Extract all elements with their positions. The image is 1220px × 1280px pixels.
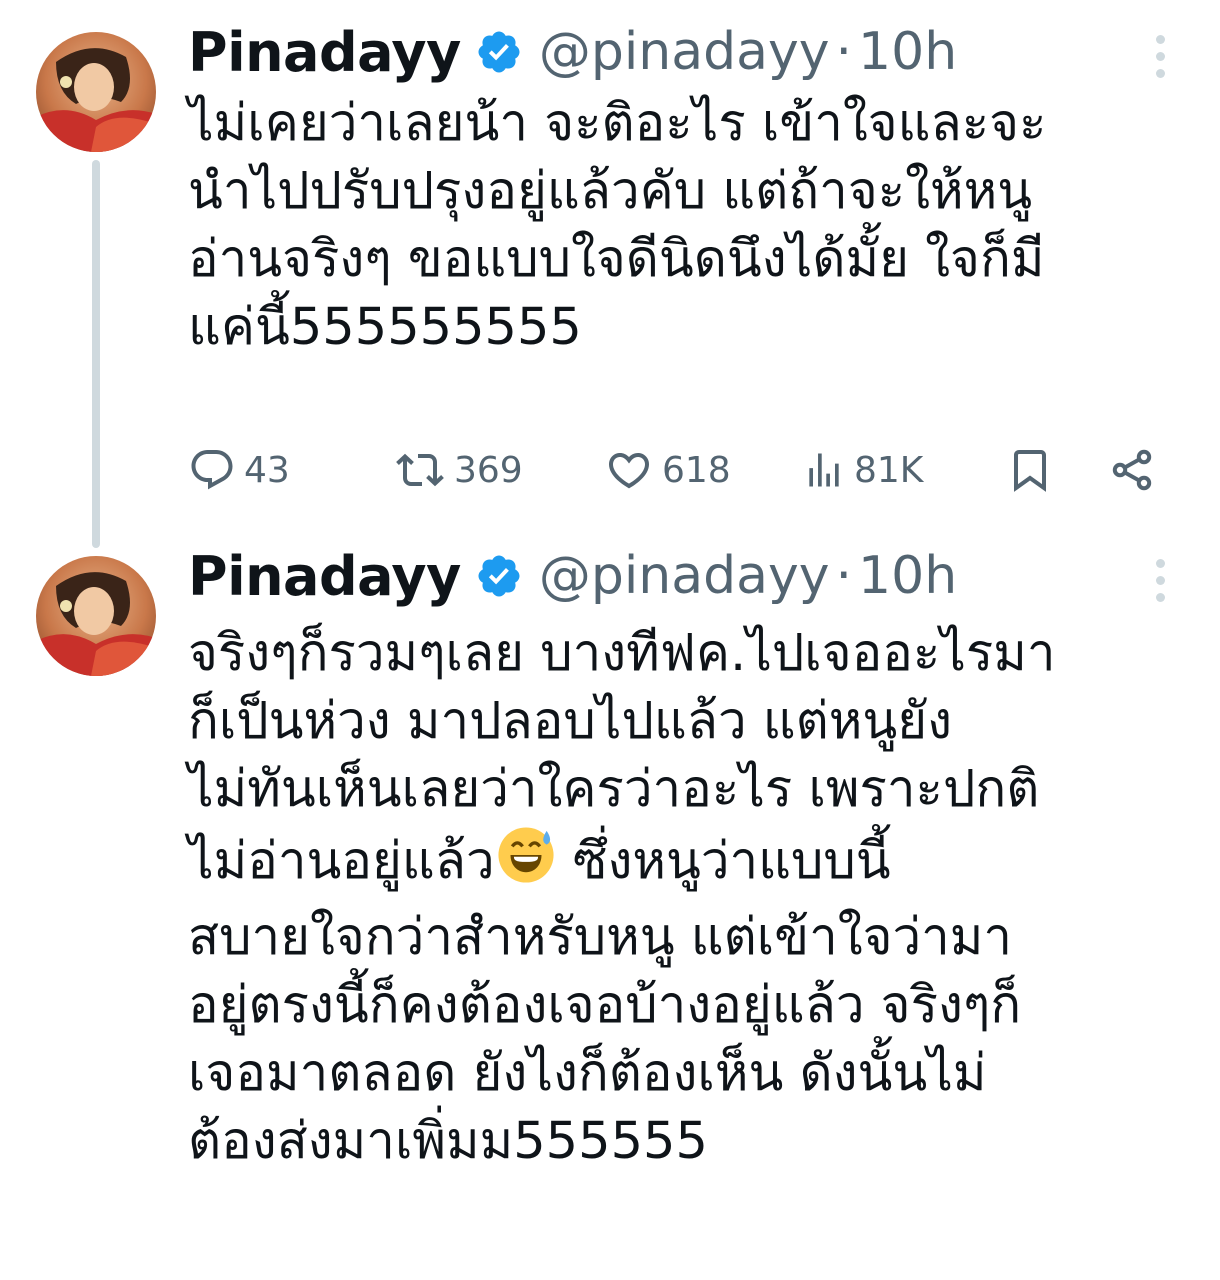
verified-badge-icon (475, 552, 523, 600)
author-name[interactable]: Pinadayy (188, 21, 461, 84)
views-count: 81K (854, 449, 924, 491)
bookmark-icon (1014, 450, 1046, 492)
separator-dot: · (835, 22, 853, 82)
tweet-header: Pinadayy @pinadayy · 10h (188, 545, 957, 608)
tweet-1[interactable]: Pinadayy @pinadayy · 10h ไม่เคยว่าเลยน้า… (0, 0, 1220, 548)
like-icon (608, 453, 650, 489)
views-button[interactable]: 81K (802, 440, 923, 500)
separator-dot: · (835, 546, 853, 606)
avatar-image (36, 32, 156, 152)
reply-button[interactable]: 43 (188, 440, 290, 500)
retweet-count: 369 (454, 449, 523, 491)
retweet-icon (396, 453, 444, 487)
bookmark-button[interactable] (1006, 440, 1054, 500)
share-button[interactable] (1108, 440, 1156, 500)
reply-count: 43 (244, 449, 290, 491)
author-handle[interactable]: @pinadayy (539, 546, 830, 606)
tweet-timestamp[interactable]: 10h (858, 22, 957, 82)
share-icon (1112, 449, 1152, 491)
like-count: 618 (662, 449, 731, 491)
author-handle[interactable]: @pinadayy (539, 22, 830, 82)
more-options-icon[interactable] (1148, 550, 1172, 610)
tweet-text: ไม่เคยว่าเลยน้า จะติอะไร เข้าใจและจะ นำไ… (188, 94, 1047, 357)
avatar[interactable] (36, 556, 156, 676)
retweet-button[interactable]: 369 (394, 440, 523, 500)
tweet-2[interactable]: Pinadayy @pinadayy · 10h จริงๆก็รวมๆเลย … (0, 540, 1220, 1280)
avatar-image (36, 556, 156, 676)
tweet-actions: 43 369 618 81K (188, 440, 1168, 500)
views-icon (809, 453, 839, 487)
grinning-face-with-sweat-icon (495, 824, 557, 904)
avatar[interactable] (36, 32, 156, 152)
tweet-timestamp[interactable]: 10h (858, 546, 957, 606)
author-name[interactable]: Pinadayy (188, 545, 461, 608)
more-options-icon[interactable] (1148, 26, 1172, 86)
tweet-text: จริงๆก็รวมๆเลย บางทีฟค.ไปเจออะไรมา ก็เป็… (188, 620, 1188, 1176)
reply-icon (191, 450, 233, 490)
tweet-header: Pinadayy @pinadayy · 10h (188, 21, 957, 84)
thread-line (92, 160, 100, 548)
like-button[interactable]: 618 (604, 440, 731, 500)
verified-badge-icon (475, 28, 523, 76)
